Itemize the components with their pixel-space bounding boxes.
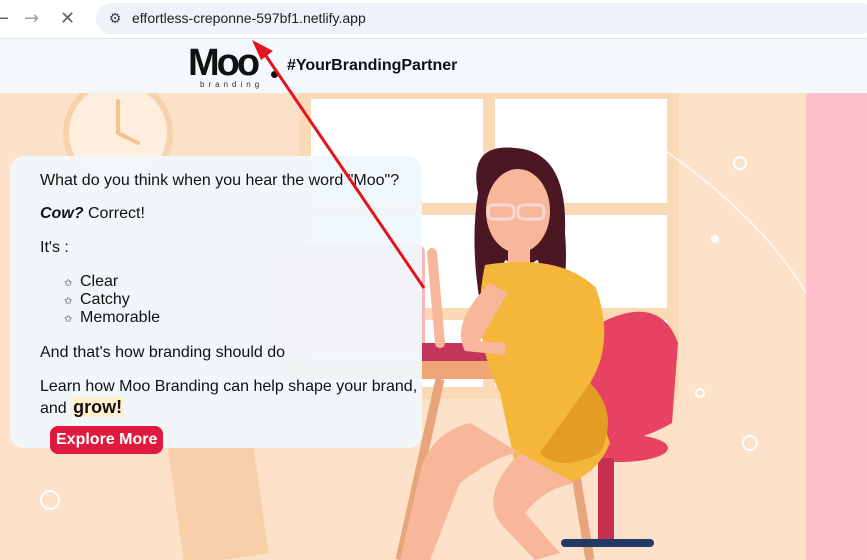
forward-arrow-icon[interactable]: → (24, 7, 39, 31)
its-label: It's : (40, 239, 69, 256)
stop-icon[interactable]: ✕ (60, 7, 75, 31)
list-item: ✩ Clear (64, 273, 160, 291)
learn-line: Learn how Moo Branding can help shape yo… (40, 377, 420, 419)
cow-rest-text: Correct! (83, 205, 145, 222)
list-item: ✩ Catchy (64, 291, 160, 309)
browser-toolbar: ← → ✕ ⚙ effortless-creponne-597bf1.netli… (0, 0, 867, 39)
quality-label: Memorable (80, 309, 161, 326)
cow-line: Cow? Correct! (40, 205, 145, 223)
logo-wordmark: Moo (188, 42, 260, 84)
site-header: Moo branding #YourBrandingPartner (0, 39, 867, 93)
url-text[interactable]: effortless-creponne-597bf1.netlify.app (132, 3, 366, 34)
side-pink-strip (806, 93, 867, 560)
branding-line: And that's how branding should do (40, 344, 286, 361)
list-item: ✩ Memorable (64, 309, 160, 327)
quality-label: Catchy (80, 291, 130, 308)
site-info-icon[interactable]: ⚙ (104, 8, 126, 30)
grow-highlight: grow! (71, 397, 125, 417)
star-bullet-icon: ✩ (64, 314, 73, 325)
quality-label: Clear (80, 273, 119, 290)
back-arrow-icon[interactable]: ← (0, 7, 9, 31)
moo-logo[interactable]: Moo branding (188, 43, 278, 89)
logo-dot (271, 71, 278, 78)
explore-more-button[interactable]: Explore More (50, 426, 164, 454)
logo-subtext: branding (200, 80, 264, 89)
cow-bold-text: Cow? (40, 205, 84, 222)
address-bar[interactable]: ⚙ effortless-creponne-597bf1.netlify.app (96, 3, 867, 34)
intro-card: What do you think when you hear the word… (10, 156, 422, 454)
tagline: #YourBrandingPartner (287, 57, 458, 74)
qualities-list: ✩ Clear ✩ Catchy ✩ Memorable (64, 273, 160, 327)
question-text: What do you think when you hear the word… (40, 172, 400, 189)
